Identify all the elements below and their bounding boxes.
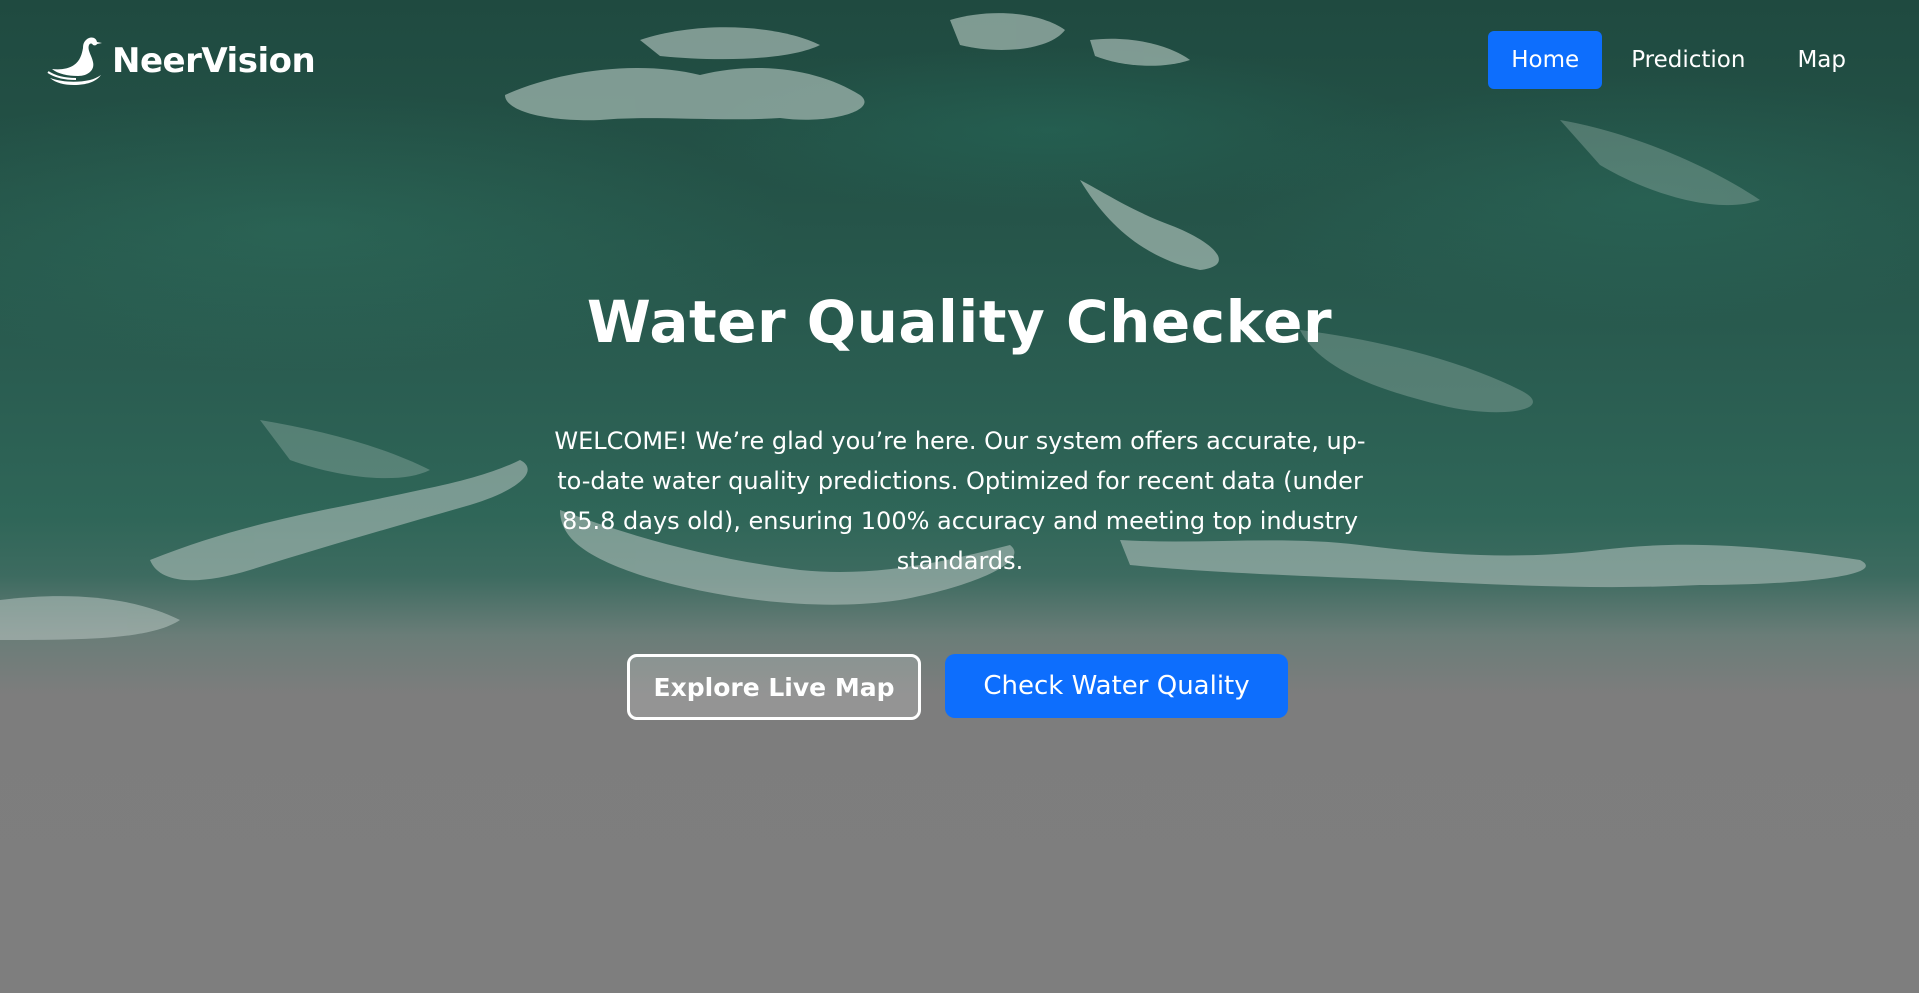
hero-buttons: Explore Live Map Check Water Quality <box>627 654 1288 720</box>
page: NeerVision Home Prediction Map Water Qua… <box>0 0 1919 993</box>
brand-name: NeerVision <box>112 41 316 81</box>
swan-icon <box>46 34 108 88</box>
hero-description: WELCOME! We’re glad you’re here. Our sys… <box>554 427 1366 575</box>
navbar: NeerVision Home Prediction Map <box>0 0 1919 120</box>
nav-map[interactable]: Map <box>1774 31 1869 89</box>
nav-links: Home Prediction Map <box>1488 31 1869 89</box>
check-water-quality-button[interactable]: Check Water Quality <box>945 654 1288 718</box>
nav-home[interactable]: Home <box>1488 31 1603 89</box>
hero-title: Water Quality Checker <box>586 288 1333 356</box>
explore-live-map-button[interactable]: Explore Live Map <box>627 654 921 720</box>
nav-prediction[interactable]: Prediction <box>1608 31 1768 89</box>
brand-link[interactable]: NeerVision <box>46 34 316 88</box>
